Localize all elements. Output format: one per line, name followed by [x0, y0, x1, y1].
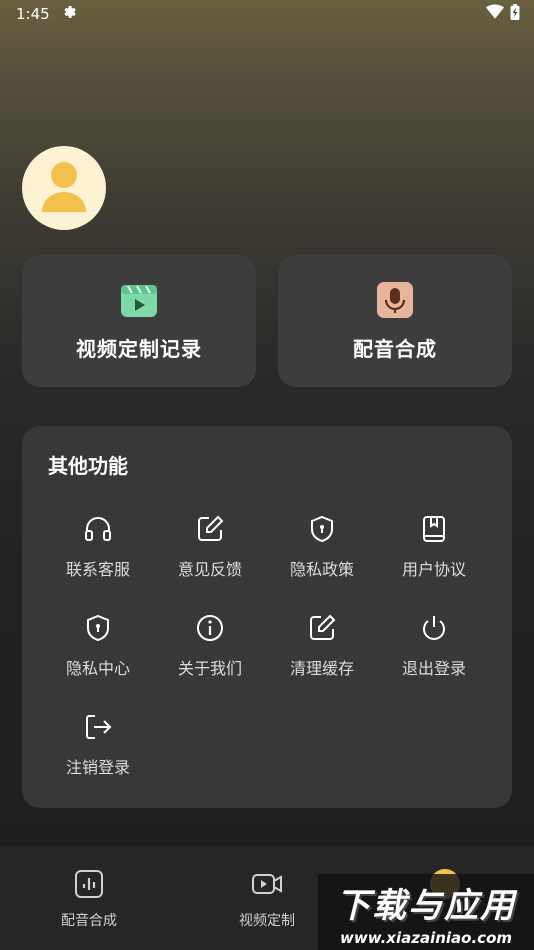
feedback-item[interactable]: 意见反馈 [160, 514, 260, 594]
privacy-policy-item[interactable]: 隐私政策 [272, 514, 372, 594]
battery-charging-icon [510, 4, 520, 24]
watermark-url: www.xiazainiao.com [339, 928, 513, 947]
contact-support-item[interactable]: 联系客服 [48, 514, 148, 594]
grid-item-label: 关于我们 [177, 659, 242, 678]
other-functions-panel: 其他功能 联系客服 意见反馈 隐私政策 用户协议 隐私中心 关于我们 清理缓存 … [22, 426, 512, 808]
edit-icon [198, 515, 224, 541]
grid-item-label: 退出登录 [401, 659, 466, 678]
dubbing-synthesis-card[interactable]: 配音合成 [278, 255, 512, 387]
power-icon [423, 616, 445, 640]
privacy-center-item[interactable]: 隐私中心 [48, 613, 148, 693]
shield-icon [87, 614, 109, 642]
cancel-account-item[interactable]: 注销登录 [48, 712, 148, 792]
book-icon [423, 516, 445, 542]
about-us-item[interactable]: 关于我们 [160, 613, 260, 693]
card-label: 配音合成 [353, 336, 437, 361]
video-custom-record-card[interactable]: 视频定制记录 [22, 255, 256, 387]
avatar[interactable] [22, 146, 106, 230]
audio-bars-icon [75, 870, 103, 898]
grid-item-label: 清理缓存 [289, 659, 354, 678]
nav-label: 配音合成 [61, 913, 117, 929]
logout-icon [86, 715, 112, 739]
logout-item[interactable]: 退出登录 [384, 613, 484, 693]
grid-item-label: 隐私中心 [65, 659, 130, 678]
headphones-icon [85, 517, 111, 541]
nav-video-custom[interactable]: 视频定制 [212, 868, 322, 930]
grid-item-label: 意见反馈 [177, 560, 242, 579]
settings-gear-icon [62, 4, 78, 24]
wifi-icon [486, 4, 504, 24]
nav-label: 视频定制 [239, 913, 295, 929]
clear-cache-item[interactable]: 清理缓存 [272, 613, 372, 693]
user-avatar-icon [42, 162, 86, 212]
nav-dubbing[interactable]: 配音合成 [34, 868, 144, 930]
user-agreement-item[interactable]: 用户协议 [384, 514, 484, 594]
video-clapper-icon [121, 284, 157, 317]
grid-item-label: 联系客服 [65, 560, 130, 579]
status-indicators [486, 4, 520, 24]
watermark-title: 下载与应用 [336, 885, 516, 926]
card-label: 视频定制记录 [76, 336, 202, 361]
watermark-logo: 下载与应用 www.xiazainiao.com [318, 874, 534, 950]
video-camera-icon [252, 874, 282, 894]
panel-title: 其他功能 [48, 454, 128, 478]
grid-item-label: 用户协议 [401, 560, 466, 579]
edit-icon [310, 614, 336, 640]
grid-item-label: 隐私政策 [289, 560, 354, 579]
status-bar: 1:45 [0, 0, 534, 28]
info-icon [197, 615, 223, 641]
grid-item-label: 注销登录 [65, 758, 130, 777]
shield-icon [311, 515, 333, 543]
status-time: 1:45 [16, 5, 50, 23]
microphone-icon [377, 281, 413, 318]
